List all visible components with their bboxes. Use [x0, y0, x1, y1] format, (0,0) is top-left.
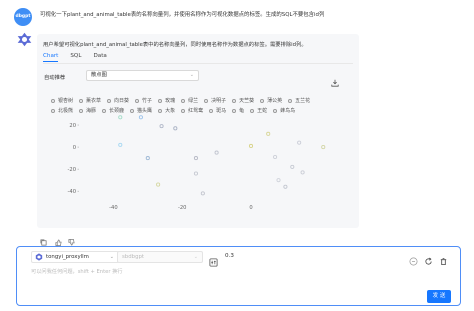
tab-data[interactable]: Data — [93, 53, 106, 62]
model-value: tongyi_proxyllm — [46, 254, 89, 260]
legend-marker — [288, 98, 293, 103]
chevron-down-icon: ⌄ — [189, 72, 194, 78]
legend-marker — [204, 98, 209, 103]
y-tick-label: 0 — [73, 145, 76, 151]
legend-label: 向日葵 — [114, 98, 130, 104]
download-icon[interactable] — [331, 72, 339, 87]
scatter-point[interactable] — [156, 182, 161, 187]
legend-marker — [79, 98, 84, 103]
scatter-point[interactable] — [276, 178, 281, 183]
scatter-chart: 20 0 -20 -40 -40 -20 0 — [68, 115, 326, 211]
legend-label: 薄公英 — [267, 98, 283, 104]
scatter-point[interactable] — [118, 142, 123, 147]
temperature-value: 0.3 — [225, 253, 234, 259]
legend-label: 决明子 — [211, 98, 227, 104]
legend-marker — [107, 98, 112, 103]
database-value: sbdbgpt — [122, 254, 145, 260]
legend-label: 银杏树 — [58, 98, 74, 104]
scatter-point[interactable] — [138, 115, 143, 120]
stop-circle-icon[interactable] — [409, 251, 418, 266]
x-tick-label: -40 — [109, 205, 117, 211]
chat-page: dbgpt 可视化一下plant_and_animal_table表的名称向量列… — [0, 0, 474, 311]
legend-marker — [51, 98, 55, 103]
legend-marker — [232, 98, 237, 103]
legend-item[interactable]: 薄公英 — [260, 97, 282, 104]
legend-label: 五兰花 — [295, 98, 311, 104]
x-tick-label: 0 — [249, 205, 252, 211]
legend-item[interactable]: 绿兰 — [181, 97, 198, 104]
user-avatar: dbgpt — [14, 8, 32, 26]
send-button[interactable]: 发 送 — [427, 290, 451, 303]
scatter-point[interactable] — [173, 126, 178, 131]
scatter-point[interactable] — [266, 131, 271, 136]
legend-label: 玫瑰 — [165, 98, 176, 104]
legend-item[interactable]: 决明子 — [204, 97, 226, 104]
chevron-down-icon: ⌄ — [193, 254, 198, 260]
legend-label: 薰衣草 — [86, 98, 102, 104]
thumbs-up-icon[interactable] — [55, 231, 62, 246]
assistant-avatar-icon — [16, 31, 33, 48]
scatter-point[interactable] — [200, 191, 205, 196]
scatter-point[interactable] — [118, 115, 123, 120]
scatter-point[interactable] — [321, 145, 326, 150]
tab-sql[interactable]: SQL — [70, 53, 81, 62]
model-select[interactable]: tongyi_proxyllm ⌄ — [31, 251, 119, 263]
user-message: 可视化一下plant_and_animal_table表的名称向量列，并使用名称… — [40, 12, 325, 18]
legend-label: 竹子 — [142, 98, 153, 104]
legend-label: 天竺葵 — [239, 98, 255, 104]
thumbs-down-icon[interactable] — [68, 231, 75, 246]
legend-label: 绿兰 — [188, 98, 199, 104]
scatter-point[interactable] — [193, 171, 199, 176]
chart-type-label: 自动推荐 — [44, 75, 66, 81]
result-tabs: Chart SQL Data — [43, 53, 107, 62]
refresh-icon[interactable] — [424, 251, 433, 265]
model-logo-icon — [35, 253, 43, 261]
chart-type-value: 散点图 — [91, 72, 107, 78]
legend-marker — [181, 98, 186, 103]
scatter-point[interactable] — [273, 154, 278, 160]
database-select[interactable]: sbdbgpt ⌄ — [117, 251, 203, 263]
legend-item[interactable]: 竹子 — [135, 97, 152, 104]
temperature-icon[interactable] — [209, 252, 218, 267]
chevron-down-icon: ⌄ — [109, 254, 114, 260]
clear-history-icon[interactable] — [439, 251, 448, 266]
scatter-point[interactable] — [145, 156, 150, 161]
tab-divider — [43, 63, 353, 64]
scatter-point[interactable] — [283, 184, 288, 189]
legend-item[interactable]: 玫瑰 — [158, 97, 175, 104]
y-tick-label: -40 — [68, 189, 76, 195]
chat-input-box: tongyi_proxyllm ⌄ sbdbgpt ⌄ 0.3 可以问我任何问题… — [16, 246, 461, 306]
scatter-point[interactable] — [248, 143, 254, 149]
legend-item[interactable]: 向日葵 — [107, 97, 129, 104]
scatter-point[interactable] — [297, 140, 302, 145]
scatter-point[interactable] — [300, 170, 305, 175]
scatter-point[interactable] — [193, 156, 199, 161]
message-input[interactable]: 可以问我任何问题，shift + Enter 换行 — [31, 268, 122, 275]
legend-item[interactable]: 银杏树 — [51, 97, 73, 104]
scatter-point[interactable] — [214, 150, 219, 155]
scatter-point[interactable] — [159, 124, 164, 129]
legend-marker — [135, 98, 140, 103]
chart-type-select[interactable]: 散点图 ⌄ — [86, 70, 199, 81]
scatter-point[interactable] — [290, 164, 295, 169]
y-tick-label: -20 — [68, 167, 76, 173]
legend-item[interactable]: 薰衣草 — [79, 97, 101, 104]
assistant-message: 用户希望可视化plant_and_animal_table表中的名称向量列，同时… — [43, 42, 307, 48]
legend-item[interactable]: 天竺葵 — [232, 97, 254, 104]
copy-icon[interactable] — [40, 231, 47, 246]
x-tick-label: -20 — [178, 205, 186, 211]
legend-item[interactable]: 五兰花 — [288, 97, 310, 104]
legend-marker — [260, 98, 265, 103]
legend-marker — [158, 98, 163, 103]
y-tick-label: 20 — [69, 123, 76, 129]
tab-chart[interactable]: Chart — [43, 53, 59, 62]
